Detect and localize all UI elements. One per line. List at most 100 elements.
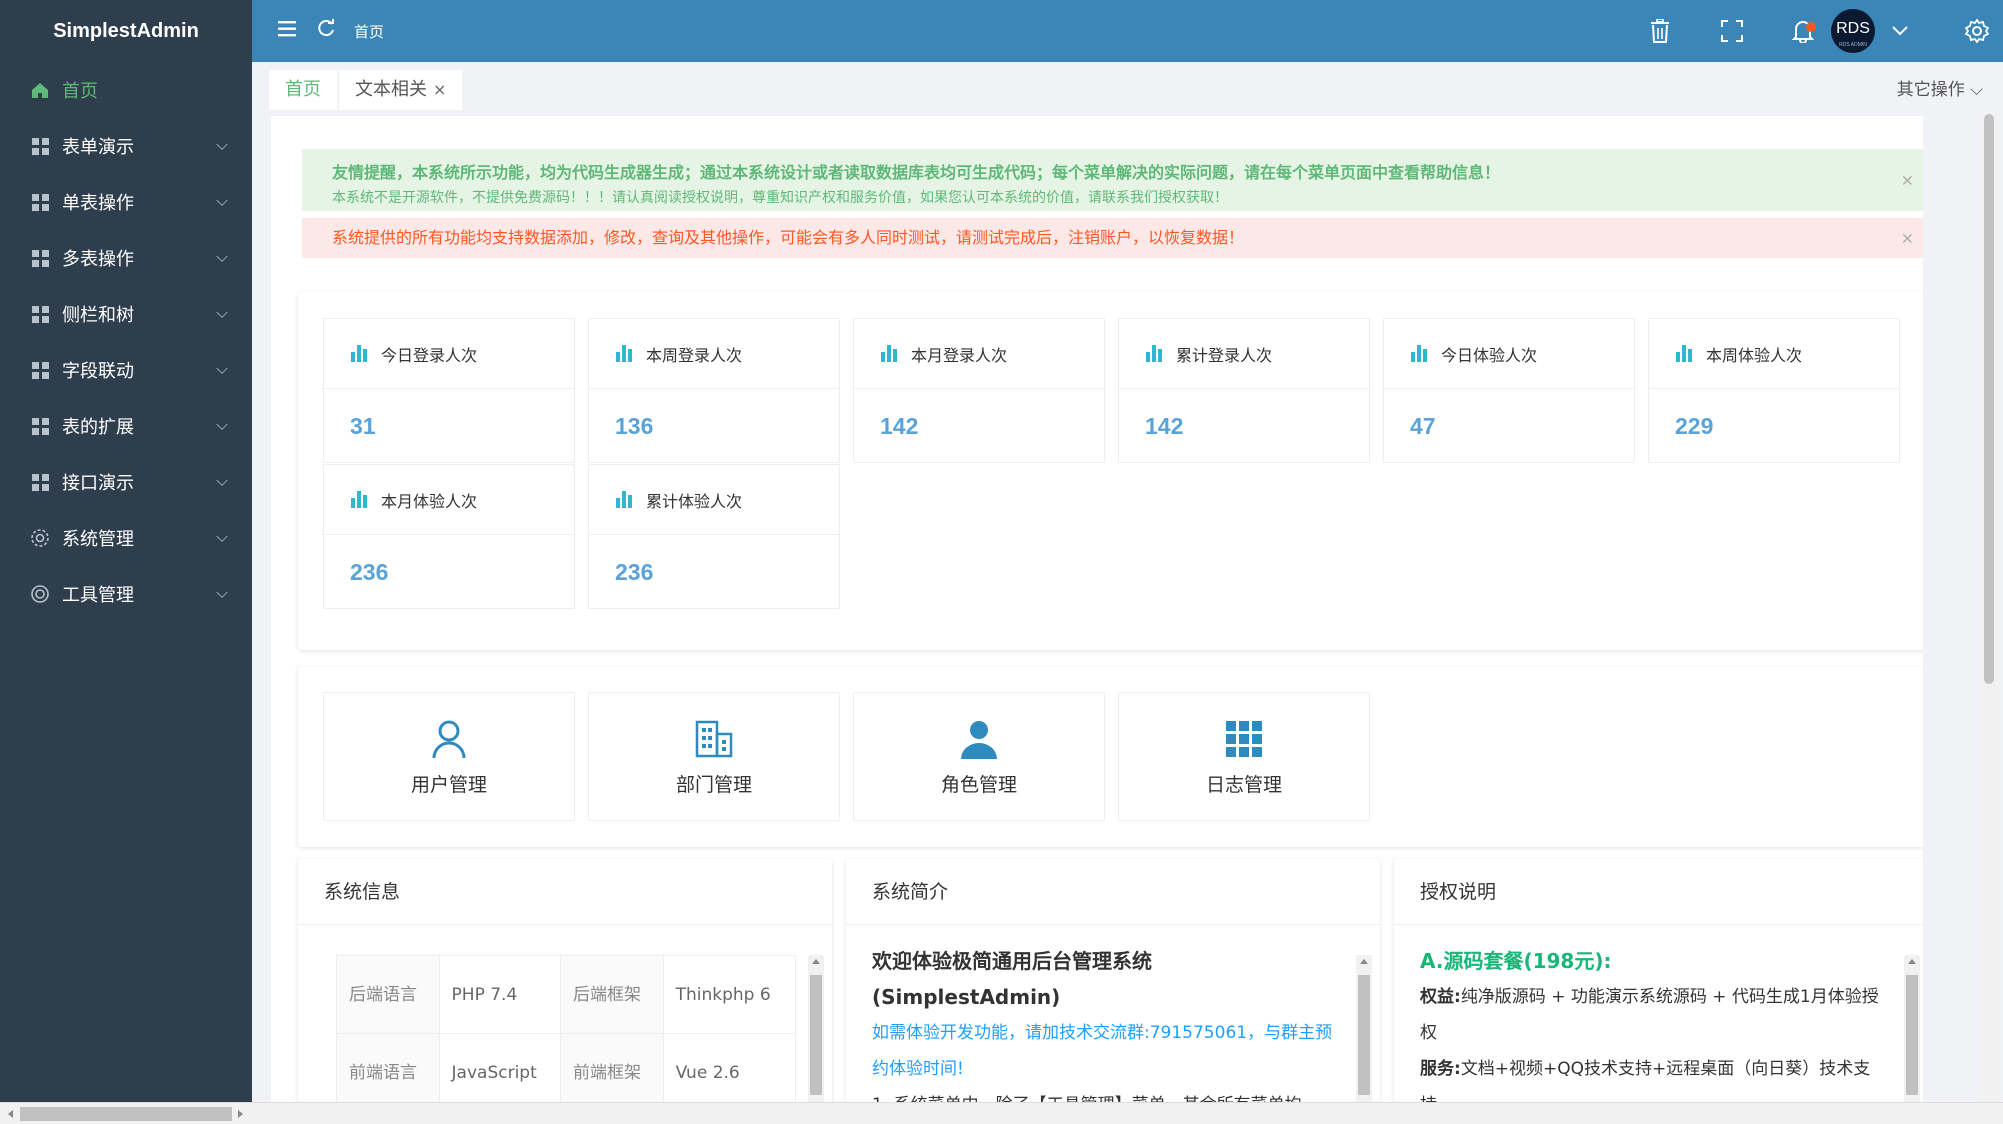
sidebar: SimplestAdmin 首页表单演示 单表操作多表操作侧栏和树字段联动表的扩展… xyxy=(0,0,252,1102)
fullscreen-icon[interactable] xyxy=(1717,16,1747,46)
tabs-bar: 首页 文本相关 × 其它操作 ⌵ xyxy=(252,62,2003,114)
close-icon[interactable]: × xyxy=(1901,171,1914,190)
sidebar-item[interactable]: 侧栏和树 xyxy=(0,286,252,342)
stat-value: 229 xyxy=(1675,413,1714,439)
menu-toggle-icon[interactable] xyxy=(278,20,298,42)
stat-value: 142 xyxy=(880,413,919,439)
sidebar-item[interactable]: 单表操作 xyxy=(0,174,252,230)
shortcut-label: 角色管理 xyxy=(940,774,1017,796)
table-row: 前端语言 JavaScript 前端框架 Vue 2.6 xyxy=(336,1033,796,1102)
stat-card: 今日登录人次 31 xyxy=(323,318,575,463)
sidebar-item-label: 首页 xyxy=(62,81,98,102)
stat-card: 累计登录人次 142 xyxy=(1118,318,1370,463)
sysinfo-table: 后端语言 PHP 7.4 后端框架 Thinkphp 6 前端语言 JavaSc… xyxy=(336,955,796,1102)
close-icon[interactable]: × xyxy=(1901,229,1914,248)
main-content: 友情提醒，本系统所示功能，均为代码生成器生成；通过本系统设计或者读取数据库表均可… xyxy=(271,116,1923,1102)
stat-value: 236 xyxy=(350,559,389,585)
sidebar-item[interactable]: 接口演示 xyxy=(0,454,252,510)
alert-warning: 系统提供的所有功能均支持数据添加，修改，查询及其他操作，可能会有多人同时测试，请… xyxy=(302,218,1923,258)
intro-contact-link[interactable]: 如需体验开发功能，请加技术交流群:791575061，与群主预约体验时间! xyxy=(872,1015,1336,1087)
notification-bell-icon[interactable] xyxy=(1788,16,1818,46)
user-avatar[interactable]: RDS RDS ADMIN xyxy=(1831,9,1875,53)
sidebar-item[interactable]: 表的扩展 xyxy=(0,398,252,454)
chevron-down-icon xyxy=(216,586,228,599)
stat-card: 本周登录人次 136 xyxy=(588,318,840,463)
shortcut-label: 用户管理 xyxy=(410,774,487,796)
shortcut-log-grid[interactable]: 日志管理 xyxy=(1118,692,1370,821)
sidebar-menu: 首页表单演示 单表操作多表操作侧栏和树字段联动表的扩展接口演示系统管理工具管理 xyxy=(0,62,252,622)
chevron-down-icon[interactable] xyxy=(1885,16,1915,46)
sidebar-item[interactable]: 字段联动 xyxy=(0,342,252,398)
building-icon xyxy=(589,718,839,760)
sysinfo-panel: 系统信息 后端语言 PHP 7.4 后端框架 Thinkphp 6 前端语言 J… xyxy=(298,859,832,1102)
grid-icon xyxy=(30,136,50,156)
page-scrollbar[interactable] xyxy=(1980,114,1998,1102)
breadcrumb-home[interactable]: 首页 xyxy=(354,21,384,42)
shortcuts-card: 用户管理 部门管理 角色管理 日志管理 xyxy=(298,667,1923,847)
chevron-down-icon xyxy=(216,194,228,207)
tab-home[interactable]: 首页 xyxy=(269,70,337,110)
stat-card: 累计体验人次 236 xyxy=(588,464,840,609)
sidebar-item[interactable]: 系统管理 xyxy=(0,510,252,566)
stat-card: 本月体验人次 236 xyxy=(323,464,575,609)
tool-icon xyxy=(30,584,50,604)
sidebar-item[interactable]: 表单演示 xyxy=(0,118,252,174)
top-header: 首页 RDS RDS ADMIN xyxy=(252,0,2003,62)
horizontal-scrollbar[interactable] xyxy=(0,1102,2003,1124)
stat-label: 本周登录人次 xyxy=(646,345,743,365)
home-icon xyxy=(30,80,50,100)
other-ops-dropdown[interactable]: 其它操作 ⌵ xyxy=(1897,70,1983,110)
refresh-icon[interactable] xyxy=(316,19,336,43)
sidebar-item-label: 多表操作 xyxy=(62,249,134,270)
stat-card: 今日体验人次 47 xyxy=(1383,318,1635,463)
shortcut-building[interactable]: 部门管理 xyxy=(588,692,840,821)
stat-card: 本月登录人次 142 xyxy=(853,318,1105,463)
sidebar-item[interactable]: 首页 xyxy=(0,62,252,118)
sidebar-item-label: 字段联动 xyxy=(62,361,134,382)
panel-scrollbar[interactable] xyxy=(808,955,824,1102)
stat-label: 本周体验人次 xyxy=(1706,345,1803,365)
stat-card: 本周体验人次 229 xyxy=(1648,318,1900,463)
sidebar-item-label: 表的扩展 xyxy=(62,417,134,438)
settings-gear-icon[interactable] xyxy=(1962,16,1992,46)
sidebar-item[interactable]: 多表操作 xyxy=(0,230,252,286)
alert-info-line1: 友情提醒，本系统所示功能，均为代码生成器生成；通过本系统设计或者读取数据库表均可… xyxy=(332,163,1501,182)
bar-chart-icon xyxy=(1146,345,1162,362)
stat-value: 47 xyxy=(1410,413,1436,439)
sidebar-item[interactable]: 工具管理 xyxy=(0,566,252,622)
sidebar-item-label: 接口演示 xyxy=(62,473,134,494)
trash-icon[interactable] xyxy=(1645,16,1675,46)
user-icon xyxy=(324,718,574,760)
stat-label: 累计体验人次 xyxy=(646,491,743,511)
shortcut-label: 日志管理 xyxy=(1205,774,1282,796)
sidebar-item-label: 工具管理 xyxy=(62,585,134,606)
bar-chart-icon xyxy=(616,345,632,362)
license-heading: A.源码套餐(198元): xyxy=(1420,949,1612,973)
notification-dot xyxy=(1806,22,1816,32)
log-grid-icon xyxy=(1119,718,1369,760)
bar-chart-icon xyxy=(881,345,897,362)
panel-scrollbar[interactable] xyxy=(1904,955,1920,1102)
alert-warning-text: 系统提供的所有功能均支持数据添加，修改，查询及其他操作，可能会有多人同时测试，请… xyxy=(332,228,1245,247)
shortcut-role[interactable]: 角色管理 xyxy=(853,692,1105,821)
tab-close-icon[interactable]: × xyxy=(433,80,446,99)
stat-value: 31 xyxy=(350,413,376,439)
brand-logo[interactable]: SimplestAdmin xyxy=(0,0,252,62)
alert-info-line2: 本系统不是开源软件，不提供免费源码！！！请认真阅读授权说明，尊重知识产权和服务价… xyxy=(332,190,1228,206)
bar-chart-icon xyxy=(1676,345,1692,362)
grid-icon xyxy=(30,360,50,380)
bar-chart-icon xyxy=(351,345,367,362)
tab-text-related[interactable]: 文本相关 × xyxy=(339,70,463,110)
license-rights: 权益:纯净版源码 + 功能演示系统源码 + 代码生成1月体验授权 xyxy=(1420,987,1879,1043)
panel-scrollbar[interactable] xyxy=(1356,955,1372,1102)
sidebar-item-label: 系统管理 xyxy=(62,529,134,550)
license-service: 服务:文档+视频+QQ技术支持+远程桌面（向日葵）技术支持 xyxy=(1420,1059,1871,1102)
shortcut-user[interactable]: 用户管理 xyxy=(323,692,575,821)
grid-icon xyxy=(30,472,50,492)
alert-info: 友情提醒，本系统所示功能，均为代码生成器生成；通过本系统设计或者读取数据库表均可… xyxy=(302,149,1923,211)
stat-value: 236 xyxy=(615,559,654,585)
table-row: 后端语言 PHP 7.4 后端框架 Thinkphp 6 xyxy=(336,955,796,1034)
stat-label: 本月体验人次 xyxy=(381,491,478,511)
chevron-down-icon xyxy=(216,530,228,543)
grid-icon xyxy=(30,416,50,436)
